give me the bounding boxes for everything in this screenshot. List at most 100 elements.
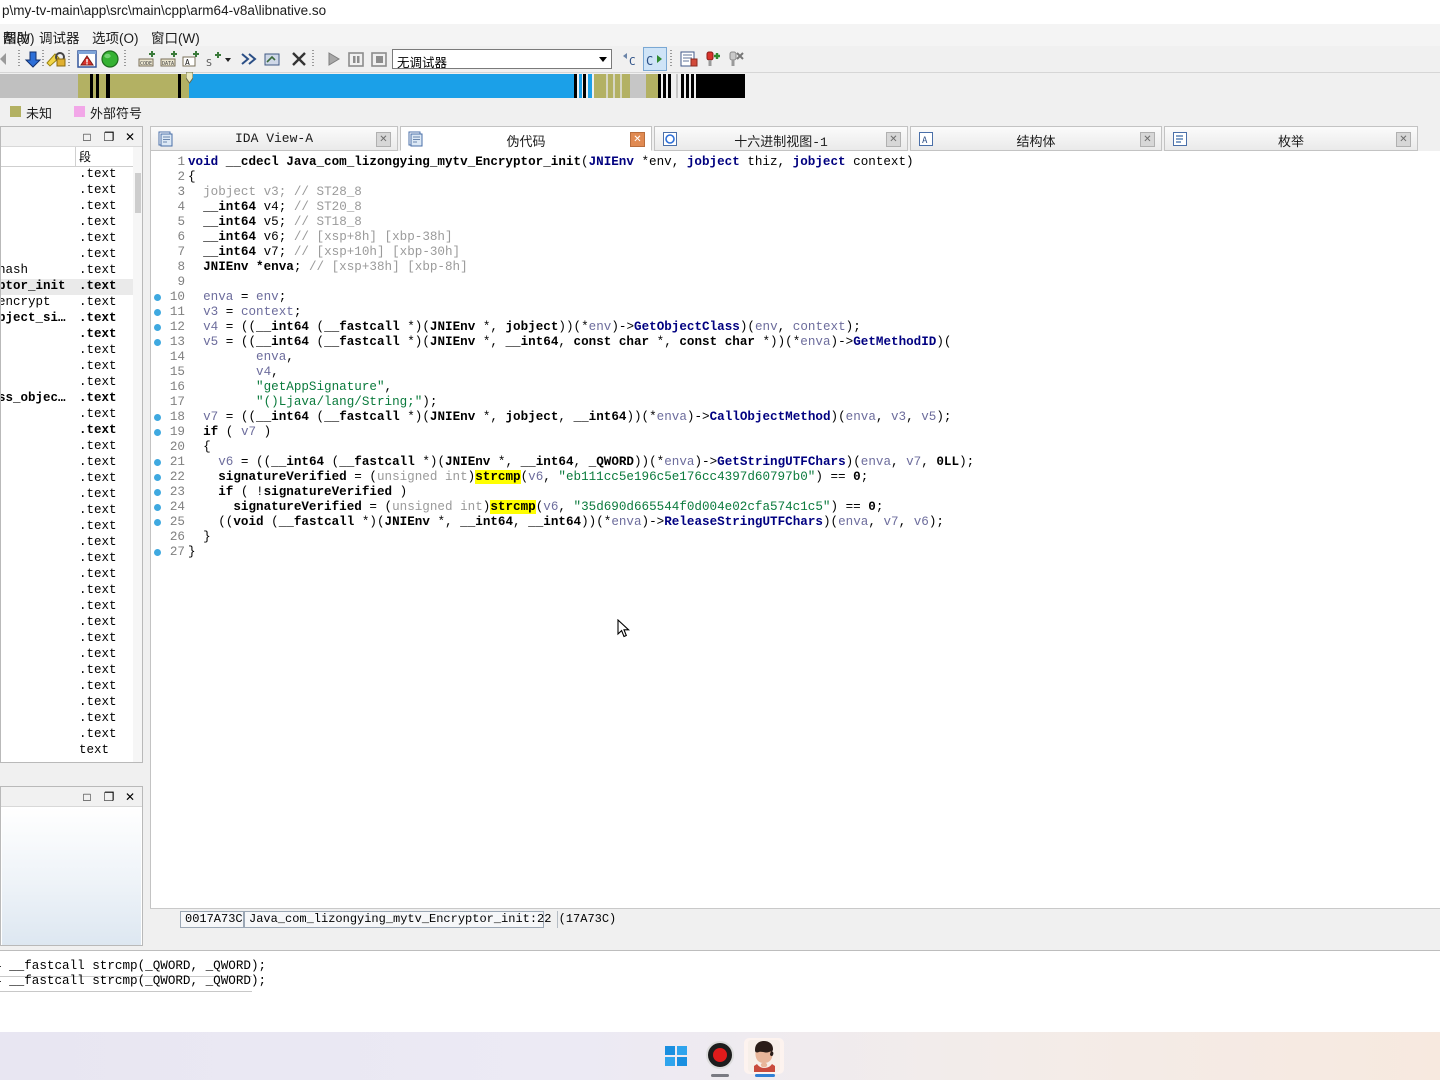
close-icon[interactable]: ✕ — [122, 129, 138, 145]
code-line-text[interactable]: } — [188, 545, 196, 559]
function-list-row[interactable]: .text — [1, 407, 135, 423]
code-line-text[interactable]: v5 = ((__int64 (__fastcall *)(JNIEnv *, … — [188, 335, 951, 349]
output-window[interactable]: 4 __fastcall strcmp(_QWORD, _QWORD); 4 _… — [0, 950, 1440, 1032]
function-list-row[interactable]: .text — [1, 231, 135, 247]
code-line-text[interactable]: } — [188, 530, 211, 544]
function-list-row[interactable]: .text — [1, 359, 135, 375]
code-line[interactable]: 8 JNIEnv *enva; // [xsp+38h] [xbp-8h] — [151, 260, 1440, 275]
code-line[interactable]: 17 "()Ljava/lang/String;"); — [151, 395, 1440, 410]
function-list-row[interactable]: .text — [1, 663, 135, 679]
function-list-row[interactable]: .text — [1, 375, 135, 391]
code-line-text[interactable]: if ( !signatureVerified ) — [188, 485, 407, 499]
code-line-text[interactable]: JNIEnv *enva; // [xsp+38h] [xbp-8h] — [188, 260, 468, 274]
function-list-row[interactable]: encrypt .text — [1, 295, 135, 311]
maximize-icon[interactable]: □ — [79, 129, 95, 145]
code-line-text[interactable]: void __cdecl Java_com_lizongying_mytv_En… — [188, 155, 914, 169]
menu-item-options[interactable]: 选项(O) — [89, 26, 142, 48]
pseudocode-view[interactable]: 1 void __cdecl Java_com_lizongying_mytv_E… — [150, 151, 1440, 908]
code-line[interactable]: 7 __int64 v7; // [xsp+10h] [xbp-30h] — [151, 245, 1440, 260]
screen-recorder-app[interactable] — [700, 1038, 740, 1077]
breakpoint-marker-icon[interactable] — [154, 339, 161, 346]
tab-structures[interactable]: A 结构体 ✕ — [910, 126, 1162, 151]
tab-close-button[interactable]: ✕ — [1140, 132, 1155, 147]
step-into-c-icon[interactable]: C — [643, 47, 667, 71]
breakpoint-marker-icon[interactable] — [154, 519, 161, 526]
make-struct-dropdown-icon[interactable] — [222, 48, 234, 70]
code-line-text[interactable]: v7 = ((__int64 (__fastcall *)(JNIEnv *, … — [188, 410, 951, 424]
function-list-row[interactable]: .text — [1, 327, 135, 343]
breakpoint-marker-icon[interactable] — [154, 429, 161, 436]
make-function-icon[interactable] — [262, 48, 284, 70]
code-line[interactable]: 5 __int64 v5; // ST18_8 — [151, 215, 1440, 230]
function-list-row[interactable]: ptor_init .text — [1, 279, 135, 295]
list-views-icon[interactable] — [678, 48, 700, 70]
code-line-text[interactable]: __int64 v5; // ST18_8 — [188, 215, 362, 229]
code-line[interactable]: 3 jobject v3; // ST28_8 — [151, 185, 1440, 200]
green-circle-icon[interactable] — [99, 48, 121, 70]
code-line-text[interactable]: v6 = ((__int64 (__fastcall *)(JNIEnv *, … — [188, 455, 974, 469]
navigation-strip[interactable] — [0, 71, 1440, 98]
tab-enums[interactable]: 枚举 ✕ — [1164, 126, 1418, 151]
tab-close-button[interactable]: ✕ — [1396, 132, 1411, 147]
breakpoint-marker-icon[interactable] — [154, 474, 161, 481]
functions-list[interactable]: .text .text .text .text .text .text hash .text p… — [1, 167, 135, 762]
code-line[interactable]: 19 if ( v7 ) — [151, 425, 1440, 440]
code-line-text[interactable]: jobject v3; // ST28_8 — [188, 185, 362, 199]
function-list-row[interactable]: .text — [1, 711, 135, 727]
function-list-row[interactable]: .text — [1, 615, 135, 631]
code-line[interactable]: 24 signatureVerified = (unsigned int)str… — [151, 500, 1440, 515]
function-list-row[interactable]: .text — [1, 487, 135, 503]
code-line-text[interactable]: signatureVerified = (unsigned int)strcmp… — [188, 470, 868, 484]
photo-app[interactable] — [744, 1038, 784, 1077]
function-list-row[interactable]: .text — [1, 519, 135, 535]
tab-close-button[interactable]: ✕ — [376, 132, 391, 147]
pause-icon[interactable] — [345, 48, 367, 70]
navigate-back-icon[interactable] — [0, 48, 16, 70]
make-code-icon[interactable]: CODE — [136, 48, 158, 70]
function-list-row[interactable]: ss_objec… .text — [1, 391, 135, 407]
function-list-row[interactable]: .text — [1, 471, 135, 487]
stop-icon[interactable] — [368, 48, 390, 70]
scrollbar-thumb[interactable] — [135, 173, 141, 213]
breakpoint-marker-icon[interactable] — [154, 489, 161, 496]
code-line-text[interactable]: if ( v7 ) — [188, 425, 271, 439]
restore-icon[interactable]: ❐ — [101, 789, 117, 805]
function-list-row[interactable]: .text — [1, 439, 135, 455]
function-list-row[interactable]: .text — [1, 247, 135, 263]
code-line-text[interactable]: signatureVerified = (unsigned int)strcmp… — [188, 500, 883, 514]
code-line-text[interactable]: { — [188, 170, 196, 184]
function-list-row[interactable]: .text — [1, 343, 135, 359]
debugger-select[interactable]: 无调试器 — [392, 49, 612, 70]
code-line[interactable]: 10 enva = env; — [151, 290, 1440, 305]
function-list-row[interactable]: .text — [1, 599, 135, 615]
breakpoint-marker-icon[interactable] — [154, 504, 161, 511]
function-list-row[interactable]: .text — [1, 567, 135, 583]
breakpoint-marker-icon[interactable] — [154, 309, 161, 316]
navigation-band[interactable] — [0, 71, 1440, 98]
code-line[interactable]: 6 __int64 v6; // [xsp+8h] [xbp-38h] — [151, 230, 1440, 245]
function-list-row[interactable]: .text — [1, 679, 135, 695]
menu-item-window[interactable]: 窗口(W) — [148, 26, 203, 48]
function-list-row[interactable]: .text — [1, 535, 135, 551]
code-line[interactable]: 13 v5 = ((__int64 (__fastcall *)(JNIEnv … — [151, 335, 1440, 350]
code-line[interactable]: 18 v7 = ((__int64 (__fastcall *)(JNIEnv … — [151, 410, 1440, 425]
breakpoint-marker-icon[interactable] — [154, 294, 161, 301]
code-line-text[interactable]: enva = env; — [188, 290, 286, 304]
code-line[interactable]: 14 enva, — [151, 350, 1440, 365]
function-list-row[interactable]: .text — [1, 551, 135, 567]
code-line[interactable]: 12 v4 = ((__int64 (__fastcall *)(JNIEnv … — [151, 320, 1440, 335]
code-line[interactable]: 1 void __cdecl Java_com_lizongying_mytv_E… — [151, 155, 1440, 170]
breakpoint-marker-icon[interactable] — [154, 459, 161, 466]
make-ascii-icon[interactable]: A — [180, 48, 202, 70]
tab-pseudocode[interactable]: 伪代码 ✕ — [400, 126, 652, 151]
menu-item-debugger[interactable]: 调试器 — [36, 26, 83, 48]
tab-close-button[interactable]: ✕ — [886, 132, 901, 147]
code-line[interactable]: 11 v3 = context; — [151, 305, 1440, 320]
function-list-row[interactable]: .text — [1, 695, 135, 711]
code-line-text[interactable]: { — [188, 440, 211, 454]
menu-item-help[interactable]: 帮助 — [0, 26, 33, 48]
function-list-row[interactable]: bject_si… .text — [1, 311, 135, 327]
code-line-text[interactable]: __int64 v7; // [xsp+10h] [xbp-30h] — [188, 245, 460, 259]
maximize-icon[interactable]: □ — [79, 789, 95, 805]
code-line[interactable]: 22 signatureVerified = (unsigned int)str… — [151, 470, 1440, 485]
